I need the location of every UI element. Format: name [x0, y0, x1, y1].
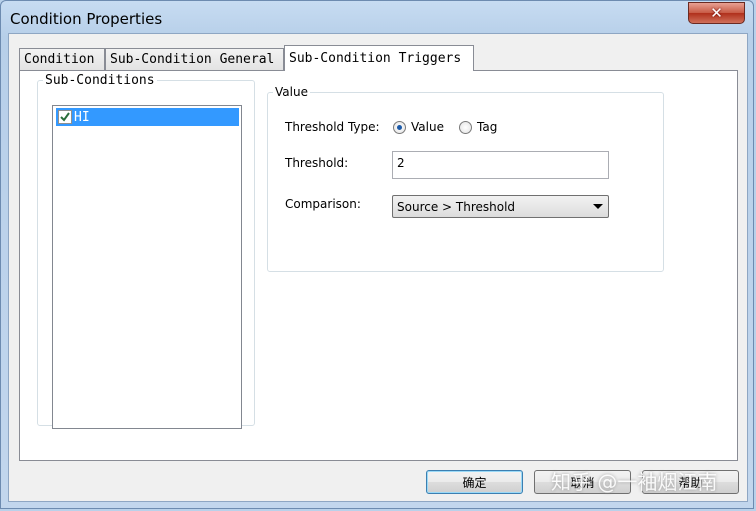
dialog-client: Condition Sub-Condition General Sub-Cond…: [8, 33, 748, 502]
comparison-select[interactable]: Source > Threshold: [392, 195, 609, 218]
tab-condition[interactable]: Condition: [19, 48, 105, 70]
tab-label: Sub-Condition Triggers: [289, 51, 462, 66]
ok-button[interactable]: 确定: [426, 470, 523, 494]
tab-label: Sub-Condition General: [110, 52, 275, 67]
radio-value[interactable]: [393, 121, 406, 134]
radio-value-label[interactable]: Value: [411, 120, 444, 134]
tab-label: Condition: [24, 52, 95, 67]
list-item[interactable]: HI: [56, 108, 239, 126]
comparison-label: Comparison:: [285, 197, 361, 211]
comparison-value: Source > Threshold: [397, 199, 516, 214]
dialog-window: Condition Properties ✕ Condition Sub-Con…: [0, 0, 754, 509]
sub-conditions-legend: Sub-Conditions: [45, 73, 155, 88]
threshold-input[interactable]: 2: [392, 151, 609, 179]
dropdown-arrow-icon: [593, 204, 603, 209]
close-icon: ✕: [710, 4, 723, 22]
watermark: 知乎 @一袖烟江南: [551, 470, 718, 494]
value-group: Value Threshold Type: Value Tag Threshol…: [267, 85, 664, 272]
threshold-type-label: Threshold Type:: [285, 120, 380, 134]
tab-page: Sub-Conditions HI Value Threshold Type: …: [19, 70, 738, 461]
sub-conditions-list[interactable]: HI: [52, 105, 242, 429]
window-title: Condition Properties: [10, 10, 163, 28]
close-button[interactable]: ✕: [688, 2, 745, 24]
radio-tag[interactable]: [459, 121, 472, 134]
list-item-label: HI: [74, 109, 90, 125]
tab-sub-condition-general[interactable]: Sub-Condition General: [105, 48, 284, 70]
radio-tag-label[interactable]: Tag: [477, 120, 497, 134]
value-legend: Value: [275, 85, 308, 99]
checkbox-checked-icon[interactable]: [58, 110, 72, 124]
tab-sub-condition-triggers[interactable]: Sub-Condition Triggers: [284, 45, 474, 71]
sub-conditions-group: Sub-Conditions HI: [37, 73, 255, 429]
threshold-label: Threshold:: [285, 156, 349, 170]
